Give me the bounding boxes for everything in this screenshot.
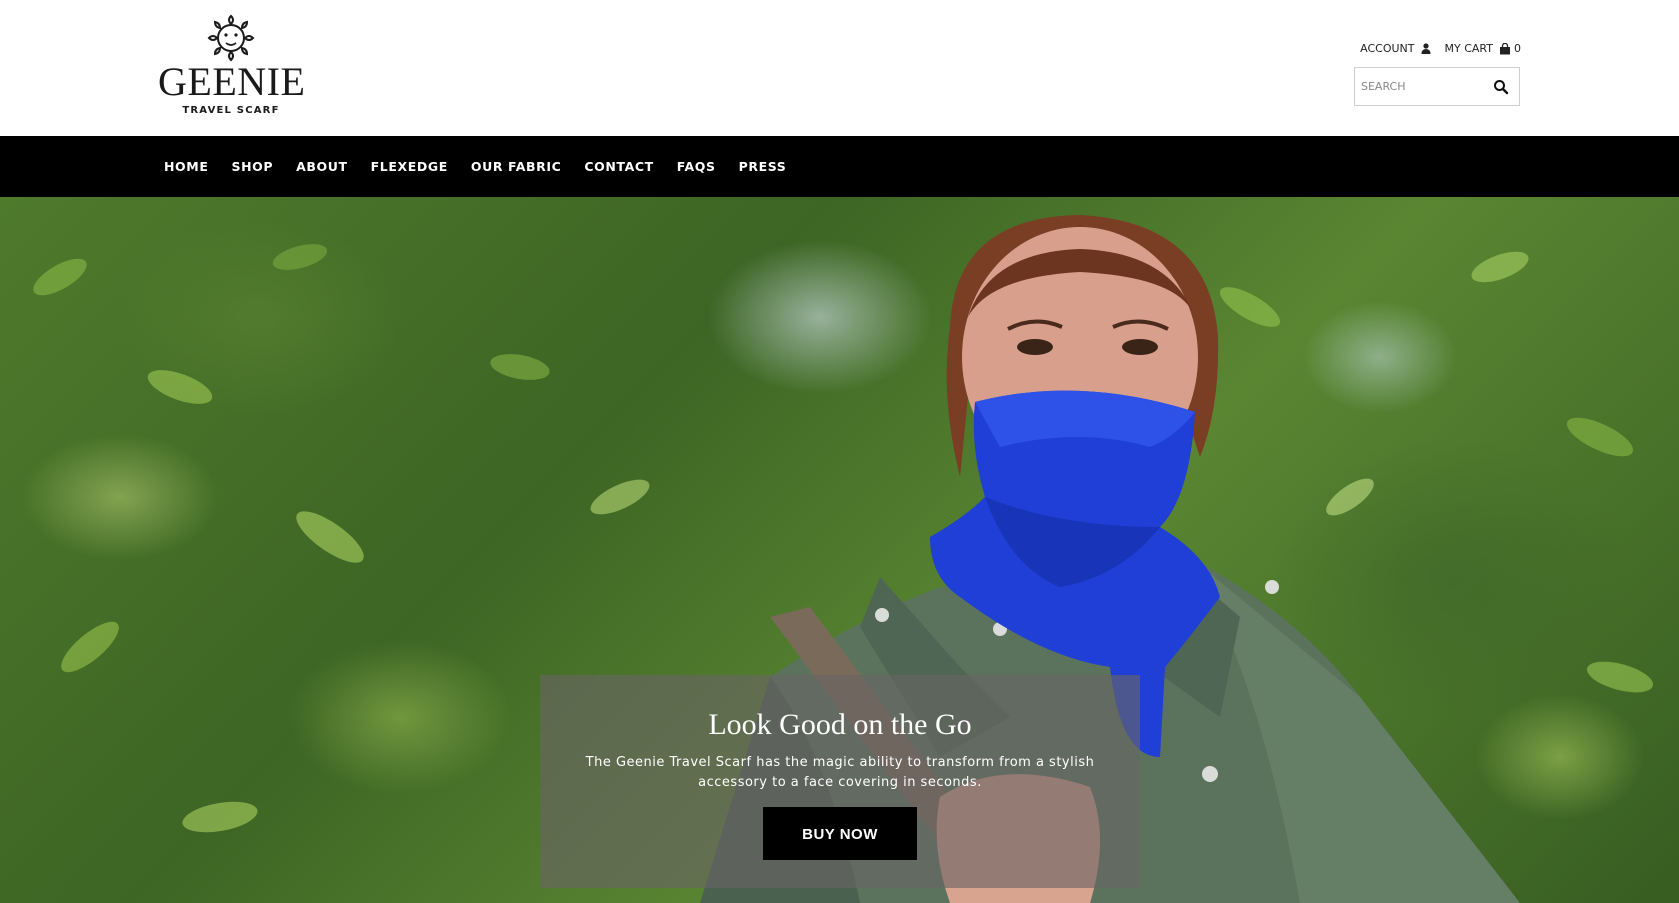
search-box xyxy=(1354,67,1520,106)
cart-link[interactable]: MY CART 0 xyxy=(1445,42,1521,55)
hero-title: Look Good on the Go xyxy=(708,708,972,741)
cart-count: 0 xyxy=(1514,42,1521,55)
brand-logo[interactable]: GEENIE TRAVEL SCARF xyxy=(158,12,306,122)
hero-banner: Look Good on the Go The Geenie Travel Sc… xyxy=(0,197,1679,903)
nav-item-faqs[interactable]: FAQS xyxy=(677,159,716,174)
nav-item-home[interactable]: HOME xyxy=(164,159,208,174)
nav-item-our-fabric[interactable]: OUR FABRIC xyxy=(471,159,562,174)
main-nav: HOME SHOP ABOUT FLEXEDGE OUR FABRIC CONT… xyxy=(0,136,1679,197)
sun-face-emblem-icon xyxy=(207,14,255,62)
nav-item-about[interactable]: ABOUT xyxy=(296,159,348,174)
hero-card: Look Good on the Go The Geenie Travel Sc… xyxy=(540,675,1140,888)
brand-name: GEENIE xyxy=(158,59,306,104)
user-icon xyxy=(1421,43,1431,54)
search-icon[interactable] xyxy=(1493,79,1509,95)
utility-links: ACCOUNT MY CART 0 xyxy=(1360,42,1521,55)
buy-now-button[interactable]: BUY NOW xyxy=(763,807,917,860)
hero-description: The Geenie Travel Scarf has the magic ab… xyxy=(585,755,1095,790)
cart-label: MY CART xyxy=(1444,42,1493,55)
shopping-bag-icon xyxy=(1500,42,1510,54)
search-input[interactable] xyxy=(1361,68,1491,105)
brand-tagline: TRAVEL SCARF xyxy=(182,105,280,116)
site-header: GEENIE TRAVEL SCARF ACCOUNT MY CART 0 xyxy=(0,0,1679,136)
account-label: ACCOUNT xyxy=(1360,42,1415,55)
nav-item-shop[interactable]: SHOP xyxy=(231,159,273,174)
nav-item-press[interactable]: PRESS xyxy=(739,159,787,174)
nav-item-contact[interactable]: CONTACT xyxy=(584,159,653,174)
account-link[interactable]: ACCOUNT xyxy=(1360,42,1431,55)
nav-item-flexedge[interactable]: FLEXEDGE xyxy=(371,159,448,174)
